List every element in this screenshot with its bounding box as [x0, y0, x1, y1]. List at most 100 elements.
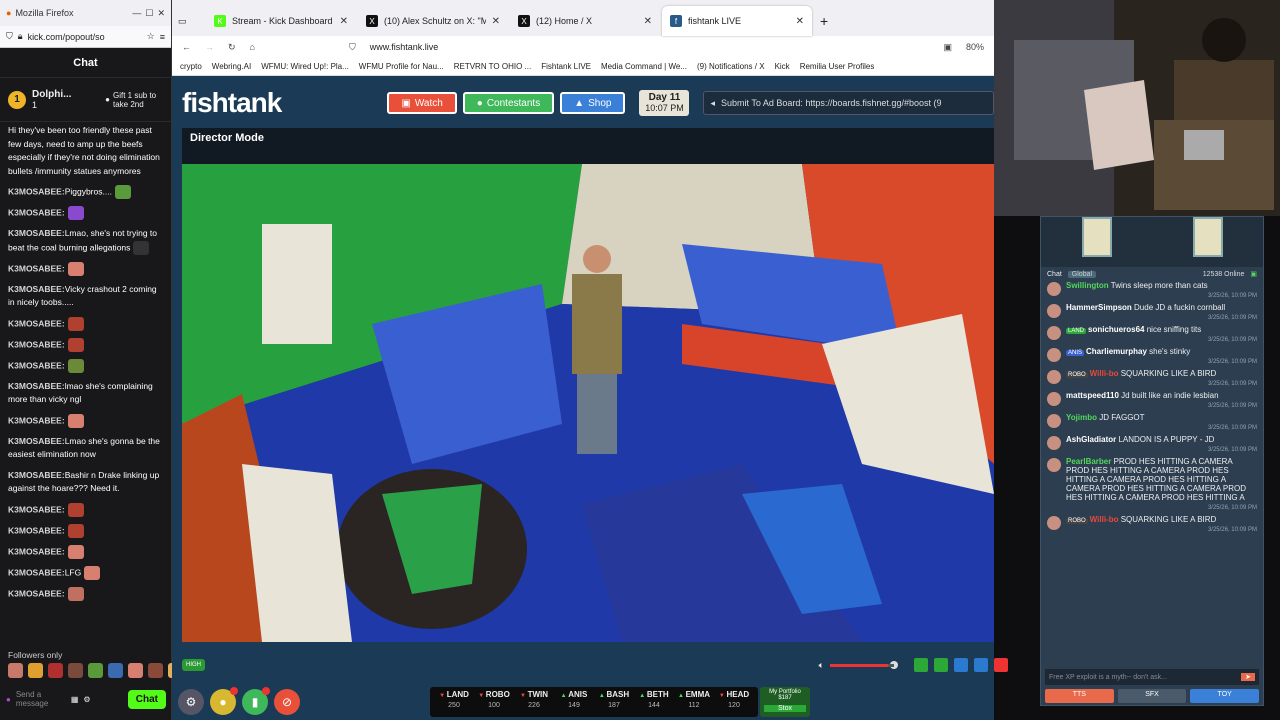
contestant-stock[interactable]: ▼ LAND 250 — [434, 687, 474, 717]
item-card[interactable] — [1192, 217, 1223, 257]
contestant-stock[interactable]: ▼ ROBO 100 — [474, 687, 514, 717]
avatar[interactable] — [1047, 414, 1061, 428]
fullscreen-icon[interactable] — [974, 658, 988, 672]
volume-slider[interactable] — [830, 663, 894, 667]
avatar[interactable] — [1047, 326, 1061, 340]
chat-username[interactable]: K3MOSABEE: — [8, 381, 65, 391]
send-icon[interactable]: ➤ — [1241, 673, 1255, 681]
pip-icon[interactable] — [954, 658, 968, 672]
tab-close-icon[interactable]: ✕ — [340, 16, 348, 27]
settings-icon[interactable]: ⚙ — [83, 695, 90, 704]
bookmark-item[interactable]: Remilia User Profiles — [800, 62, 875, 71]
mic-icon[interactable]: ● — [6, 695, 11, 704]
tab-3[interactable]: X (12) Home / X ✕ — [510, 6, 660, 36]
emote-icon[interactable] — [28, 663, 43, 678]
shield-icon[interactable]: ⛉ — [6, 31, 13, 42]
close-icon[interactable]: ✕ — [157, 8, 165, 19]
gift-sub-button[interactable]: ● Gift 1 sub to take 2nd — [105, 91, 163, 109]
maximize-icon[interactable]: ☐ — [145, 8, 153, 19]
chat-panel-username[interactable]: Willi-bo — [1090, 369, 1119, 378]
back-icon[interactable]: ← — [182, 42, 191, 52]
tab-close-icon[interactable]: ✕ — [796, 16, 804, 27]
chat-panel-username[interactable]: Yojimbo — [1066, 413, 1097, 422]
emote-icon[interactable] — [128, 663, 143, 678]
bookmark-item[interactable]: WFMU: Wired Up!: Pla... — [261, 62, 349, 71]
tab-close-icon[interactable]: ✕ — [644, 16, 652, 27]
bookmark-item[interactable]: Media Command | We... — [601, 62, 687, 71]
calendar-icon[interactable]: ▦ — [71, 695, 79, 704]
chat-username[interactable]: K3MOSABEE: — [8, 470, 65, 480]
tab-list-icon[interactable]: ▭ — [178, 6, 198, 36]
tab-4[interactable]: f fishtank LIVE ✕ — [662, 6, 812, 36]
chat-panel-username[interactable]: sonichueros64 — [1088, 325, 1144, 334]
bookmark-item[interactable]: Kick — [775, 62, 790, 71]
contestant-stock[interactable]: ▲ BETH 144 — [634, 687, 674, 717]
bookmark-item[interactable]: (9) Notifications / X — [697, 62, 765, 71]
chat-panel-username[interactable]: Charliemurphay — [1086, 347, 1147, 356]
chat-username[interactable]: K3MOSABEE: — [8, 525, 65, 535]
home-icon[interactable]: ⌂ — [250, 42, 255, 52]
chat-panel-username[interactable]: Swillington — [1066, 281, 1109, 290]
tab-2[interactable]: X (10) Alex Schultz on X: "My New ✕ — [358, 6, 508, 36]
chat-username[interactable]: K3MOSABEE: — [8, 360, 65, 370]
contestant-stock[interactable]: ▲ ANIS 149 — [554, 687, 594, 717]
settings-gear-icon[interactable]: ⚙ — [178, 689, 204, 715]
contestant-stock[interactable]: ▲ EMMA 112 — [674, 687, 714, 717]
chat-panel-input[interactable]: Free XP exploit is a myth-- don't ask...… — [1045, 669, 1259, 685]
emote-icon[interactable] — [108, 663, 123, 678]
tab-close-icon[interactable]: ✕ — [492, 16, 500, 27]
menu-icon[interactable]: ≡ — [160, 32, 165, 42]
bookmark-item[interactable]: crypto — [180, 62, 202, 71]
contestant-stock[interactable]: ▼ TWIN 226 — [514, 687, 554, 717]
stox-button[interactable]: Stox — [764, 705, 806, 712]
tab-1[interactable]: K Stream - Kick Dashboard ✕ — [206, 6, 356, 36]
collapse-icon[interactable]: ◂ — [710, 98, 715, 109]
avatar[interactable] — [1047, 370, 1061, 384]
chat-username[interactable]: K3MOSABEE: — [8, 567, 65, 577]
portfolio-widget[interactable]: My Portfolio $187 Stox — [760, 687, 810, 717]
ad-board[interactable]: ◂ Submit To Ad Board: https://boards.fis… — [703, 91, 994, 115]
extension-icon[interactable]: ▣ — [943, 42, 952, 53]
item-card[interactable] — [1081, 217, 1112, 257]
bottle-icon[interactable]: ▮ — [242, 687, 270, 715]
global-toggle[interactable]: Global — [1067, 270, 1097, 278]
chat-username[interactable]: K3MOSABEE: — [8, 228, 65, 238]
fishtank-logo[interactable]: fishtank — [182, 87, 282, 119]
star-icon[interactable]: ☆ — [147, 31, 155, 42]
toy-button[interactable]: TOY — [1190, 689, 1260, 703]
supporter-name[interactable]: Dolphi... — [32, 89, 71, 100]
chat-send-button[interactable]: Chat — [127, 689, 166, 709]
popout-icon[interactable]: ▣ — [1250, 270, 1257, 278]
cast-icon[interactable] — [934, 658, 948, 672]
chat-username[interactable]: K3MOSABEE: — [8, 436, 65, 446]
message-input[interactable]: Send a message — [16, 690, 66, 708]
sfx-button[interactable]: SFX — [1117, 689, 1187, 703]
chat-username[interactable]: K3MOSABEE: — [8, 588, 65, 598]
contestants-button[interactable]: ● Contestants — [462, 92, 555, 114]
chat-username[interactable]: K3MOSABEE: — [8, 504, 65, 514]
watch-button[interactable]: ▣ Watch — [387, 92, 457, 114]
bookmark-item[interactable]: Webring.AI — [212, 62, 251, 71]
coin-icon[interactable]: ● — [210, 687, 238, 715]
no-icon[interactable]: ⊘ — [274, 689, 300, 715]
chat-username[interactable]: K3MOSABEE: — [8, 207, 65, 217]
cc-icon[interactable] — [914, 658, 928, 672]
emote-icon[interactable] — [88, 663, 103, 678]
avatar[interactable] — [1047, 516, 1061, 530]
chat-username[interactable]: K3MOSABEE: — [8, 263, 65, 273]
chat-panel-username[interactable]: PearlBarber — [1066, 457, 1111, 466]
quality-badge[interactable]: HIGH — [182, 659, 205, 671]
chat-username[interactable]: K3MOSABEE: — [8, 339, 65, 349]
chat-username[interactable]: K3MOSABEE: — [8, 415, 65, 425]
reload-icon[interactable]: ↻ — [228, 42, 236, 53]
contestant-stock[interactable]: ▼ HEAD 120 — [714, 687, 754, 717]
url-field[interactable]: www.fishtank.live — [370, 42, 930, 52]
chat-panel-username[interactable]: mattspeed110 — [1066, 391, 1119, 400]
tts-button[interactable]: TTS — [1045, 689, 1114, 703]
zoom-level[interactable]: 80% — [966, 42, 984, 52]
shield-icon[interactable]: ⛉ — [349, 42, 356, 53]
shop-button[interactable]: ▲ Shop — [560, 92, 626, 114]
contestant-stock[interactable]: ▲ BASH 187 — [594, 687, 634, 717]
chat-username[interactable]: K3MOSABEE: — [8, 546, 65, 556]
record-icon[interactable] — [994, 658, 1008, 672]
